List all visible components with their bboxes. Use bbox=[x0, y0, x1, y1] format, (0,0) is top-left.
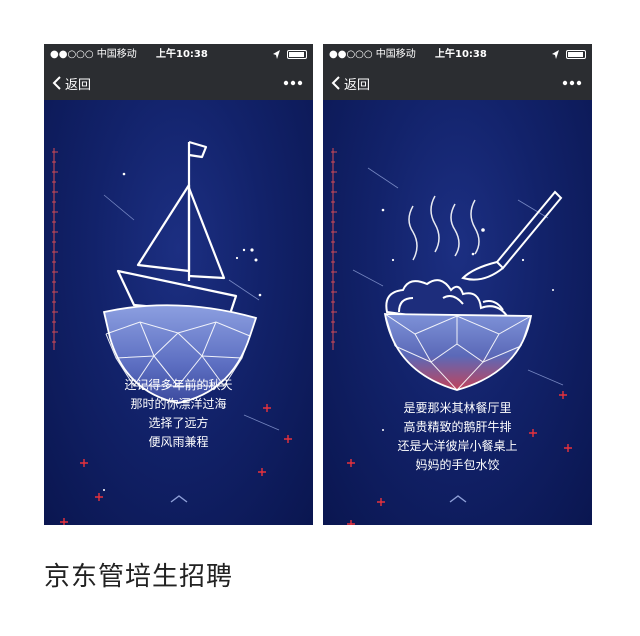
story-caption: 还记得多年前的秋天 那时的你漂洋过海 选择了远方 便风雨兼程 bbox=[44, 376, 313, 452]
caption-line: 便风雨兼程 bbox=[148, 435, 209, 449]
status-bar: ●●○○○ 中国移动 上午10:38 bbox=[323, 44, 592, 66]
bowl-icon bbox=[383, 313, 533, 391]
nav-bar: 返回 bbox=[44, 66, 313, 100]
caption-line: 是要那米其林餐厅里 bbox=[403, 401, 512, 415]
back-label: 返回 bbox=[344, 77, 371, 93]
caption-line: 高贵精致的鹅肝牛排 bbox=[403, 420, 512, 434]
page-title: 京东管培生招聘 bbox=[44, 562, 234, 592]
caption-line: 选择了远方 bbox=[148, 416, 209, 430]
back-label: 返回 bbox=[65, 77, 92, 93]
ruler-decoration bbox=[52, 148, 58, 350]
battery-icon bbox=[287, 50, 307, 59]
phone-screen-left: ●●○○○ 中国移动 上午10:38 返回 还记得多年前的秋天 那时的你漂洋过海… bbox=[44, 44, 313, 525]
location-arrow-icon bbox=[552, 50, 559, 59]
status-icons bbox=[273, 50, 307, 59]
nav-bar: 返回 bbox=[323, 66, 592, 100]
back-button[interactable]: 返回 bbox=[52, 66, 91, 100]
story-slide[interactable]: 还记得多年前的秋天 那时的你漂洋过海 选择了远方 便风雨兼程 bbox=[44, 100, 313, 525]
phone-screen-right: ●●○○○ 中国移动 上午10:38 返回 是要那米其林餐厅里 高贵精致的鹅肝牛… bbox=[323, 44, 592, 525]
caption-line: 还记得多年前的秋天 bbox=[124, 378, 233, 392]
status-bar: ●●○○○ 中国移动 上午10:38 bbox=[44, 44, 313, 66]
caption-line: 那时的你漂洋过海 bbox=[130, 397, 227, 411]
carrier-label: ●●○○○ 中国移动 bbox=[329, 49, 416, 60]
clock: 上午10:38 bbox=[435, 49, 487, 60]
carrier-label: ●●○○○ 中国移动 bbox=[50, 49, 137, 60]
more-icon[interactable] bbox=[283, 75, 303, 91]
back-button[interactable]: 返回 bbox=[331, 66, 370, 100]
story-caption: 是要那米其林餐厅里 高贵精致的鹅肝牛排 还是大洋彼岸小餐桌上 妈妈的手包水饺 bbox=[323, 399, 592, 475]
swipe-up-icon bbox=[170, 495, 188, 503]
boat-icon bbox=[116, 140, 238, 316]
story-slide[interactable]: 是要那米其林餐厅里 高贵精致的鹅肝牛排 还是大洋彼岸小餐桌上 妈妈的手包水饺 bbox=[323, 100, 592, 525]
location-arrow-icon bbox=[273, 50, 280, 59]
boat-illustration bbox=[52, 140, 292, 525]
caption-line: 还是大洋彼岸小餐桌上 bbox=[397, 439, 518, 453]
caption-line: 妈妈的手包水饺 bbox=[415, 458, 500, 472]
swipe-up-icon bbox=[449, 495, 467, 503]
more-icon[interactable] bbox=[562, 75, 582, 91]
battery-icon bbox=[566, 50, 586, 59]
back-chevron-icon bbox=[52, 76, 61, 90]
back-chevron-icon bbox=[331, 76, 340, 90]
status-icons bbox=[552, 50, 586, 59]
clock: 上午10:38 bbox=[156, 49, 208, 60]
